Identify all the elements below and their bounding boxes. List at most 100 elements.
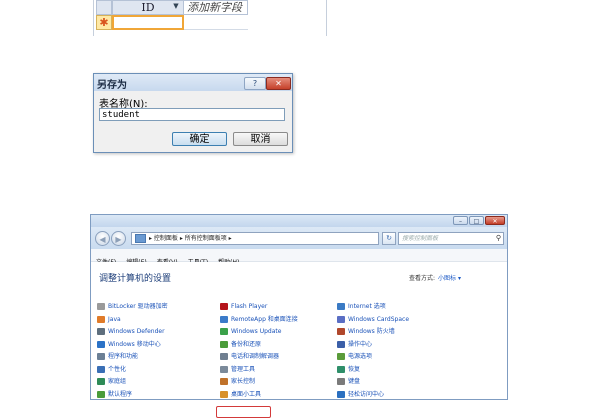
item-label: 默认程序 xyxy=(108,390,133,398)
minimize-button[interactable]: – xyxy=(453,216,468,225)
control-panel-item[interactable]: 家长控制 xyxy=(220,377,255,387)
item-label: Java xyxy=(108,315,121,323)
navigation-bar: ◀ ▶ ▸ 控制面板 ▸ 所有控制面板项 ▸ ▾ ↻ 搜索控制面板 ⚲ xyxy=(91,227,507,249)
item-icon xyxy=(337,378,345,385)
item-label: 电源选项 xyxy=(348,353,373,360)
item-label: Windows 防火墙 xyxy=(348,328,395,335)
item-icon xyxy=(97,365,105,373)
control-panel-item[interactable]: 桌面小工具 xyxy=(220,390,261,400)
control-panel-item[interactable]: 管理工具 xyxy=(220,365,255,375)
page-title: 调整计算机的设置 xyxy=(99,274,172,284)
close-button[interactable]: ✕ xyxy=(266,77,291,90)
dialog-body: 表名称(N): student 确定 取消 xyxy=(94,91,292,152)
maximize-button[interactable]: □ xyxy=(469,216,484,225)
control-panel-item[interactable]: Java xyxy=(97,315,121,325)
control-panel-item[interactable]: 操作中心 xyxy=(337,340,372,350)
control-panel-item[interactable]: Windows 移动中心 xyxy=(97,340,161,350)
item-icon xyxy=(337,365,345,373)
item-icon xyxy=(337,328,345,335)
item-label: 电话和调制解调器 xyxy=(231,353,280,360)
address-path: ▸ 控制面板 ▸ 所有控制面板项 ▸ xyxy=(149,235,232,242)
control-panel-item[interactable]: Internet 选项 xyxy=(337,302,386,312)
ok-button[interactable]: 确定 xyxy=(172,132,227,146)
item-icon xyxy=(337,390,345,398)
control-panel-item[interactable]: Windows Defender xyxy=(97,327,165,337)
item-icon xyxy=(337,353,345,360)
control-panel-item[interactable]: Windows Update xyxy=(220,327,281,337)
window-close-button[interactable]: ✕ xyxy=(485,216,505,225)
save-as-dialog: 另存为 ? ✕ 表名称(N): student 确定 取消 xyxy=(93,73,293,153)
item-icon xyxy=(220,340,228,348)
back-icon[interactable]: ◀ xyxy=(95,231,110,246)
control-panel-item[interactable]: 家庭组 xyxy=(97,377,126,387)
control-panel-item[interactable]: Windows 防火墙 xyxy=(337,327,395,337)
dialog-titlebar: 另存为 ? ✕ xyxy=(94,74,292,91)
item-label: Flash Player xyxy=(231,303,268,310)
help-button[interactable]: ? xyxy=(244,77,266,90)
column-dropdown-icon[interactable]: ▼ xyxy=(171,1,181,12)
item-label: 程序和功能 xyxy=(108,353,139,360)
item-label: 操作中心 xyxy=(348,340,373,348)
item-icon xyxy=(220,315,228,323)
search-icon[interactable]: ⚲ xyxy=(496,233,501,244)
item-icon xyxy=(220,353,228,360)
new-record-selector[interactable]: ✱ xyxy=(96,15,112,30)
control-panel-item[interactable]: Flash Player xyxy=(220,302,267,312)
control-panel-item[interactable]: 备份和还原 xyxy=(220,340,261,350)
item-label: 家庭组 xyxy=(108,378,127,385)
item-label: Windows CardSpace xyxy=(348,315,410,323)
item-label: 桌面小工具 xyxy=(231,390,262,398)
control-panel-item[interactable]: Windows CardSpace xyxy=(337,315,409,325)
view-by: 查看方式: 小图标 ▾ xyxy=(409,273,461,282)
view-by-dropdown[interactable]: 小图标 ▾ xyxy=(438,275,461,282)
search-input[interactable]: 搜索控制面板 ⚲ xyxy=(398,232,504,245)
control-panel-item[interactable]: 个性化 xyxy=(97,365,126,375)
item-icon xyxy=(337,315,345,323)
item-icon xyxy=(97,353,105,360)
dialog-title: 另存为 xyxy=(97,80,127,91)
item-label: Windows 移动中心 xyxy=(108,340,161,348)
item-icon xyxy=(220,365,228,373)
table-name-input[interactable]: student xyxy=(99,108,285,121)
admin-tools-highlight xyxy=(216,406,271,418)
item-icon xyxy=(220,378,228,385)
id-cell[interactable] xyxy=(112,15,184,30)
item-icon xyxy=(97,315,105,323)
column-header-add-field[interactable]: 添加新字段 xyxy=(184,0,248,15)
address-bar[interactable]: ▸ 控制面板 ▸ 所有控制面板项 ▸ ▾ xyxy=(131,232,379,245)
item-icon xyxy=(97,340,105,348)
item-icon xyxy=(337,340,345,348)
item-label: 家长控制 xyxy=(231,378,256,385)
item-label: Internet 选项 xyxy=(348,303,386,310)
forward-icon[interactable]: ▶ xyxy=(111,231,126,246)
item-icon xyxy=(220,303,228,310)
item-label: BitLocker 驱动器加密 xyxy=(108,303,168,310)
select-all-corner[interactable] xyxy=(96,0,112,15)
column-header-id-label: ID xyxy=(141,1,155,14)
control-panel-item[interactable]: 恢复 xyxy=(337,365,360,375)
item-label: 键盘 xyxy=(348,378,361,385)
item-label: 个性化 xyxy=(108,365,127,373)
item-label: RemoteApp 和桌面连接 xyxy=(231,315,298,323)
item-label: Windows Defender xyxy=(108,328,165,335)
control-panel-content: 调整计算机的设置 查看方式: 小图标 ▾ BitLocker 驱动器加密 Java W… xyxy=(91,262,507,418)
view-by-label: 查看方式: xyxy=(409,275,436,282)
control-panel-item[interactable]: 默认程序 xyxy=(97,390,132,400)
control-panel-item[interactable]: 键盘 xyxy=(337,377,360,387)
menu-bar: 文件(F) 编辑(E) 查看(V) 工具(T) 帮助(H) xyxy=(91,249,507,266)
control-panel-item[interactable]: RemoteApp 和桌面连接 xyxy=(220,315,298,325)
cancel-button[interactable]: 取消 xyxy=(233,132,288,146)
grid-line xyxy=(93,0,94,36)
item-label: Windows Update xyxy=(231,328,282,335)
control-panel-item[interactable]: 轻松访问中心 xyxy=(337,390,384,400)
item-icon xyxy=(337,303,345,310)
control-panel-item[interactable]: 电话和调制解调器 xyxy=(220,352,279,362)
window-caption: – □ ✕ xyxy=(91,215,507,227)
item-label: 备份和还原 xyxy=(231,340,262,348)
refresh-icon[interactable]: ↻ xyxy=(382,232,396,245)
item-icon xyxy=(97,378,105,385)
add-field-cell[interactable] xyxy=(184,15,248,30)
control-panel-item[interactable]: 电源选项 xyxy=(337,352,372,362)
control-panel-item[interactable]: 程序和功能 xyxy=(97,352,138,362)
control-panel-item[interactable]: BitLocker 驱动器加密 xyxy=(97,302,168,312)
